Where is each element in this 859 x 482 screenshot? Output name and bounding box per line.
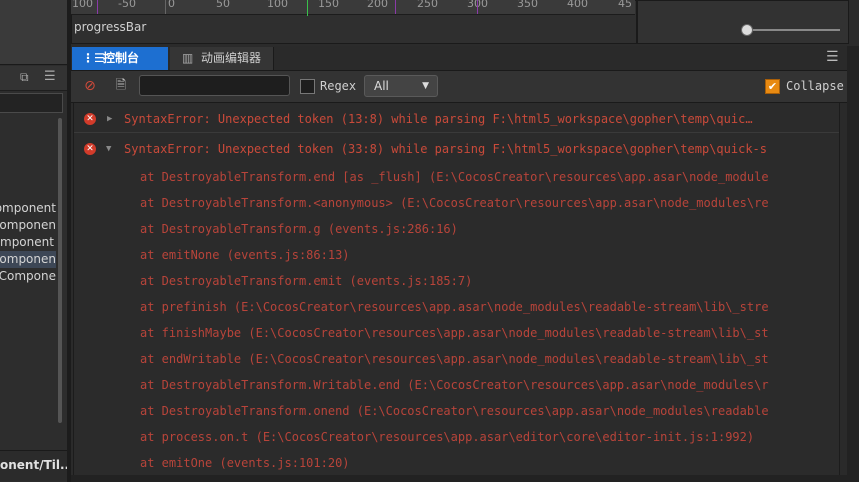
list-item[interactable]: omponent	[0, 200, 56, 217]
stack-line: at DestroyableTransform.emit (events.js:…	[140, 274, 473, 288]
collapse-label: Collapse	[786, 79, 844, 93]
log-message: SyntaxError: Unexpected token (33:8) whi…	[124, 142, 767, 156]
log-message: SyntaxError: Unexpected token (13:8) whi…	[124, 112, 753, 126]
animation-controls-panel	[637, 0, 849, 44]
stack-line: at DestroyableTransform.Writable.end (E:…	[140, 378, 769, 392]
properties-header: ⧉ ☰	[0, 66, 67, 91]
hierarchy-scrollbar[interactable]	[58, 118, 62, 423]
ruler-tick-label: 400	[567, 0, 588, 10]
list-item-selected[interactable]: Componen	[0, 251, 56, 268]
stack-line: at endWritable (E:\CocosCreator\resource…	[140, 352, 769, 366]
console-icon: ⋮☰	[82, 51, 105, 65]
log-level-select[interactable]: All ▼	[364, 75, 438, 97]
collapse-checkbox[interactable]: ✔	[765, 79, 780, 94]
ruler-zero-line	[165, 0, 166, 14]
error-icon: ✕	[84, 113, 96, 125]
regex-label: Regex	[320, 79, 357, 93]
ruler-tick-label: 0	[168, 0, 175, 10]
stack-line: at DestroyableTransform.onend (E:\CocosC…	[140, 404, 769, 418]
ruler-tick-label: 350	[517, 0, 538, 10]
stack-line: at DestroyableTransform.g (events.js:286…	[140, 222, 458, 236]
window-edge	[847, 46, 859, 482]
hierarchy-footer-path: onent/Til...	[0, 450, 67, 481]
clear-console-button[interactable]: ⊘	[82, 78, 98, 94]
playhead[interactable]	[307, 0, 308, 16]
hierarchy-search-input[interactable]	[0, 93, 63, 113]
tab-animation-editor[interactable]: ▥ 动画编辑器	[170, 47, 274, 70]
ruler-tick-label: 100	[267, 0, 288, 10]
menu-icon[interactable]: ☰	[44, 69, 56, 84]
ruler-tick-label: 200	[367, 0, 388, 10]
range-marker	[395, 0, 396, 14]
stack-line: at emitOne (events.js:101:20)	[140, 456, 350, 470]
stack-line: at DestroyableTransform.<anonymous> (E:\…	[140, 196, 769, 210]
ruler-tick-label: -50	[118, 0, 136, 10]
stack-line: at finishMaybe (E:\CocosCreator\resource…	[140, 326, 769, 340]
ruler-tick-label: 45	[618, 0, 632, 10]
clear-icon: ⊘	[84, 78, 96, 94]
log-entry[interactable]: ✕ ▼ SyntaxError: Unexpected token (33:8)…	[74, 136, 840, 162]
ruler-tick-label: 100	[72, 0, 93, 10]
zoom-slider-knob[interactable]	[741, 24, 753, 36]
timeline-ruler[interactable]: 100 -50 0 50 100 150 200 250 300 350 400…	[71, 0, 635, 16]
stack-line: at DestroyableTransform.end [as _flush] …	[140, 170, 769, 184]
document-icon: 🗎	[115, 78, 127, 93]
list-item[interactable]: mponent	[0, 234, 56, 251]
log-entry[interactable]: ✕ ▶ SyntaxError: Unexpected token (13:8)…	[74, 106, 840, 133]
console-log-list: ✕ ▶ SyntaxError: Unexpected token (13:8)…	[73, 103, 840, 475]
ruler-tick-label: 50	[216, 0, 230, 10]
dropdown-arrow-icon: ▼	[422, 81, 429, 91]
track-label: progressBar	[74, 20, 147, 34]
list-item[interactable]: omponen	[0, 217, 56, 234]
expand-arrow-icon[interactable]: ▶	[107, 106, 112, 132]
hierarchy-top-area	[0, 0, 67, 65]
stack-line: at emitNone (events.js:86:13)	[140, 248, 350, 262]
zoom-slider-track[interactable]	[744, 29, 840, 31]
error-icon: ✕	[84, 143, 96, 155]
list-item[interactable]: Compone	[0, 268, 56, 285]
filter-input[interactable]	[139, 75, 290, 96]
log-level-value: All	[374, 79, 389, 93]
window-edge-bottom	[71, 475, 859, 482]
panel-menu-icon[interactable]: ☰	[826, 50, 840, 64]
ruler-tick-label: 250	[417, 0, 438, 10]
stack-line: at process.on.t (E:\CocosCreator\resourc…	[140, 430, 755, 444]
film-icon: ▥	[182, 51, 194, 65]
open-log-file-button[interactable]: 🗎	[113, 78, 129, 94]
regex-checkbox[interactable]	[300, 79, 315, 94]
range-marker-end	[477, 0, 478, 14]
checkmark-icon: ✔	[767, 80, 778, 93]
tab-console[interactable]: ⋮☰ 控制台	[72, 47, 168, 70]
collapse-arrow-icon[interactable]: ▼	[106, 136, 111, 162]
range-marker-start	[97, 0, 98, 14]
ruler-tick-label: 150	[318, 0, 339, 10]
maximize-icon[interactable]: ⧉	[20, 70, 29, 85]
stack-line: at prefinish (E:\CocosCreator\resources\…	[140, 300, 769, 314]
